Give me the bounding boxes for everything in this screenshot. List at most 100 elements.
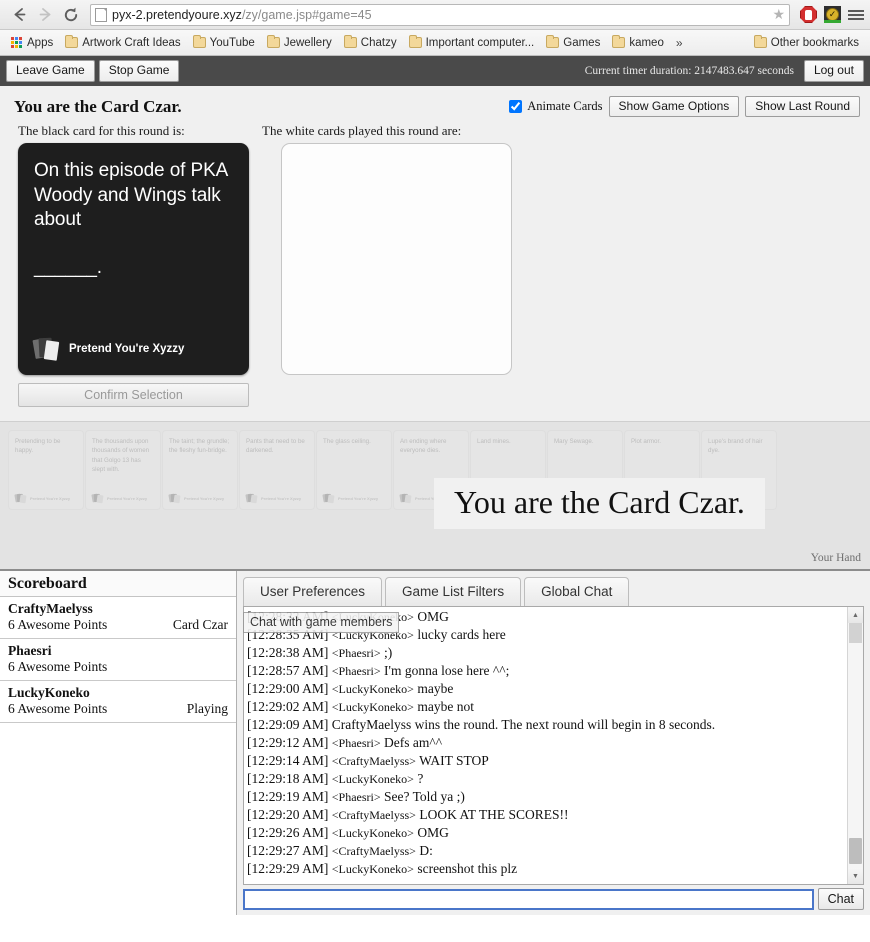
hand-card[interactable]: Pretending to be happy. Pretend You're Xy… [8,430,84,511]
chat-scroll-thumb[interactable] [849,838,862,865]
hand-card-text: Plot armor. [631,438,661,446]
chat-tabs: User Preferences Game List Filters Globa… [237,571,870,607]
bookmark-chatzy[interactable]: Chatzy [339,35,402,51]
brand-label: Pretend You're Xyzzy [338,496,379,502]
bookmark-kameo[interactable]: kameo [607,35,669,51]
chat-message: [12:29:12 AM] <Phaesri> Defs am^^ [247,734,844,752]
player-status: Card Czar [172,617,228,633]
scoreboard-title: Scoreboard [0,571,236,598]
chat-text: WAIT STOP [419,752,489,768]
chat-nick: <LuckyKoneko> [331,682,414,696]
chat-send-button[interactable]: Chat [817,888,864,911]
forward-arrow-icon[interactable] [32,2,58,28]
bookmark-label: Other bookmarks [770,36,859,49]
played-white-cards-area[interactable] [281,143,512,376]
animate-cards-checkbox[interactable] [509,100,523,114]
bookmark-label: kameo [629,36,664,49]
bookmark-youtube[interactable]: YouTube [188,35,260,51]
bookmark-apps[interactable]: Apps [6,35,58,51]
card-section-labels: The black card for this round is: The wh… [0,123,870,143]
chat-tooltip: Chat with game members [243,612,400,634]
chat-text: maybe not [417,698,474,714]
chat-timestamp: [12:29:12 AM] [247,734,329,750]
chat-timestamp: [12:29:09 AM] [247,716,329,732]
tab-game-list-filters[interactable]: Game List Filters [385,577,522,607]
chat-text: See? Told ya ;) [384,788,465,804]
hamburger-menu-icon[interactable] [848,9,864,20]
chat-text: lucky cards here [417,627,506,643]
bookmark-label: Apps [27,36,54,49]
chat-timestamp: [12:29:18 AM] [247,770,329,786]
brand-label: Pretend You're Xyzzy [261,496,302,502]
chat-input[interactable] [243,888,814,910]
chat-timestamp: [12:29:27 AM] [247,842,329,858]
address-bar[interactable]: pyx-2.pretendyoure.xyz/zy/game.jsp#game=… [90,3,790,26]
chat-scroll-thumb-upper[interactable] [849,623,862,644]
back-arrow-icon[interactable] [6,2,32,28]
chat-log-wrapper: [12:28:33 AM] <LuckyKoneko> OMG[12:28:35… [243,606,864,886]
chat-nick: <Phaesri> [331,735,381,750]
chat-nick: <LuckyKoneko> [331,771,414,786]
chat-log: [12:28:33 AM] <LuckyKoneko> OMG[12:28:35… [244,607,847,884]
chat-input-row: Chat [237,885,870,915]
extension-icons: ✓ [796,6,864,23]
chat-message: [12:29:27 AM] <CraftyMaelyss> D: [247,842,844,860]
browser-nav-bar: pyx-2.pretendyoure.xyz/zy/game.jsp#game=… [0,0,870,30]
scroll-down-arrow-icon[interactable]: ▼ [848,868,863,885]
tab-user-preferences[interactable]: User Preferences [243,577,383,607]
bookmark-label: Chatzy [360,36,397,49]
hand-card-brand: Pretend You're Xyzzy [322,493,379,504]
bookmark-artwork-craft-ideas[interactable]: Artwork Craft Ideas [60,35,185,51]
brand-label: Pretend You're Xyzzy [107,496,148,502]
animate-cards-toggle[interactable]: Animate Cards [509,99,603,114]
card-stack-icon [245,493,258,504]
hand-card[interactable]: The glass ceiling. Pretend You're Xyzzy [316,430,392,511]
apps-grid-icon [11,36,23,49]
hand-card-text: The thousands upon thousands of women th… [92,438,150,474]
security-check-icon[interactable]: ✓ [824,6,841,23]
adblock-icon[interactable] [800,6,817,23]
bookmarks-overflow-chevron[interactable]: » [671,34,688,52]
cards-row: On this episode of PKA Woody and Wings t… [0,143,870,376]
chat-nick: <Phaesri> [331,646,381,661]
card-czar-overlay: You are the Card Czar. [434,478,765,530]
hand-card[interactable]: The taint; the grundle; the fleshy fun-b… [162,430,238,511]
chat-scrollbar[interactable]: ▲ ▼ [847,607,863,885]
black-card-brand: Pretend You're Xyzzy [32,336,184,362]
leave-game-button[interactable]: Leave Game [6,60,95,82]
logout-button[interactable]: Log out [803,60,864,82]
bookmark-important-computer[interactable]: Important computer... [404,35,540,51]
scroll-up-arrow-icon[interactable]: ▲ [848,607,863,624]
game-toolbar: Leave Game Stop Game Current timer durat… [0,56,870,86]
bookmark-star-icon[interactable]: ★ [768,6,785,23]
tab-global-chat[interactable]: Global Chat [524,577,630,607]
chat-message: [12:29:20 AM] <CraftyMaelyss> LOOK AT TH… [247,806,844,824]
chat-scroll-track[interactable] [848,623,863,869]
bookmark-games[interactable]: Games [541,35,605,51]
card-stack-icon [399,493,412,504]
reload-icon[interactable] [58,2,84,28]
hand-card-text: An ending where everyone dies. [400,438,447,455]
stop-game-button[interactable]: Stop Game [98,60,180,82]
chat-text: D: [419,842,433,858]
chat-text: ;) [384,645,393,661]
chat-message: [12:28:57 AM] <Phaesri> I'm gonna lose h… [247,662,844,680]
scoreboard-row: LuckyKoneko 6 Awesome Points Playing [0,681,236,724]
chat-nick: <CraftyMaelyss> [331,753,416,768]
hand-card[interactable]: The thousands upon thousands of women th… [85,430,161,511]
player-name: CraftyMaelyss [8,601,93,617]
bookmark-jewellery[interactable]: Jewellery [262,35,337,51]
folder-icon [192,35,206,48]
bookmark-label: Jewellery [283,36,332,49]
confirm-selection-button[interactable]: Confirm Selection [18,383,249,408]
player-hand-panel: Pretending to be happy. Pretend You're Xy… [0,421,870,570]
black-card-blank: ______. [34,257,102,279]
chat-text: OMG [417,824,449,840]
show-game-options-button[interactable]: Show Game Options [608,96,740,118]
folder-icon [753,35,767,48]
bookmark-other-bookmarks[interactable]: Other bookmarks [749,35,864,51]
hand-card[interactable]: Pants that need to be darkened. Pretend Y… [239,430,315,511]
show-last-round-button[interactable]: Show Last Round [745,96,860,118]
player-name: LuckyKoneko [8,685,90,701]
chat-text: maybe [417,681,454,696]
